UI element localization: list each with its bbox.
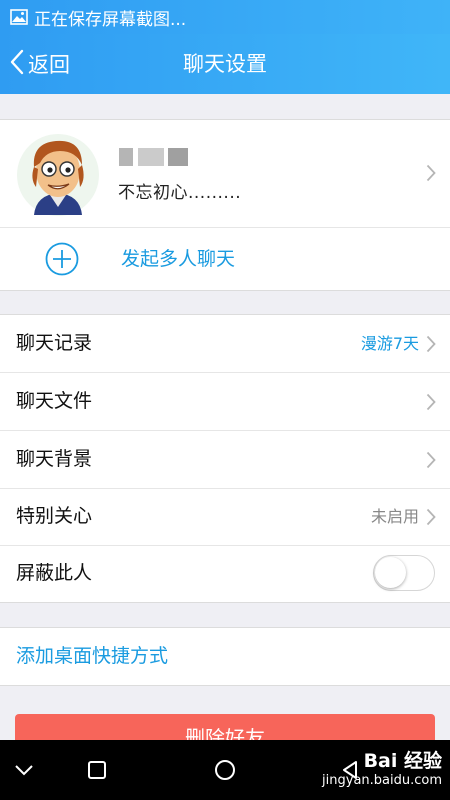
chat-history-row[interactable]: 聊天记录 漫游7天 <box>0 315 450 373</box>
chevron-right-icon <box>426 335 436 357</box>
square-icon[interactable] <box>87 760 107 784</box>
chat-files-row[interactable]: 聊天文件 <box>0 373 450 431</box>
chevron-right-icon <box>426 393 436 415</box>
watermark: Bai 经验 jingyan.baidu.com <box>322 746 442 788</box>
add-shortcut-row[interactable]: 添加桌面快捷方式 <box>0 627 450 686</box>
status-notification-text: 正在保存屏幕截图... <box>34 9 187 30</box>
chevron-right-icon <box>426 451 436 473</box>
image-icon <box>10 9 28 25</box>
chat-background-label: 聊天背景 <box>16 448 93 470</box>
settings-list: 聊天记录 漫游7天 聊天文件 聊天背景 特别关心 未启用 屏蔽此人 <box>0 314 450 603</box>
chat-history-label: 聊天记录 <box>16 332 93 354</box>
special-care-label: 特别关心 <box>16 505 93 527</box>
special-care-row[interactable]: 特别关心 未启用 <box>0 488 450 546</box>
block-user-toggle[interactable] <box>373 555 435 591</box>
start-group-chat-label: 发起多人聊天 <box>121 248 236 270</box>
block-user-row: 屏蔽此人 <box>0 545 450 602</box>
watermark-brand: Bai 经验 <box>363 750 442 772</box>
chevron-down-icon[interactable] <box>13 762 35 781</box>
chevron-right-icon <box>426 508 436 530</box>
blurred-name <box>168 148 188 166</box>
circle-icon[interactable] <box>214 759 236 785</box>
profile-row[interactable]: 不忘初心......... <box>0 120 450 228</box>
blurred-name <box>119 148 133 166</box>
back-label: 返回 <box>28 53 70 77</box>
special-care-value: 未启用 <box>370 507 419 526</box>
blurred-name <box>138 148 164 166</box>
block-user-label: 屏蔽此人 <box>16 562 93 584</box>
status-bar: 正在保存屏幕截图... <box>0 0 450 34</box>
add-shortcut-label: 添加桌面快捷方式 <box>16 645 169 667</box>
start-group-chat-row[interactable]: 发起多人聊天 <box>0 228 450 290</box>
header: 返回 聊天设置 <box>0 34 450 94</box>
toggle-knob <box>375 557 406 588</box>
chat-history-value: 漫游7天 <box>360 334 419 353</box>
chat-files-label: 聊天文件 <box>16 390 93 412</box>
back-button[interactable]: 返回 <box>10 34 70 94</box>
chevron-right-icon <box>426 164 436 186</box>
profile-card: 不忘初心......... 发起多人聊天 <box>0 119 450 291</box>
plus-circle-icon <box>45 242 79 280</box>
profile-signature: 不忘初心......... <box>118 183 242 203</box>
system-nav-bar: Bai 经验 jingyan.baidu.com <box>0 740 450 800</box>
chevron-left-icon <box>10 49 28 80</box>
avatar[interactable] <box>16 129 100 217</box>
chat-background-row[interactable]: 聊天背景 <box>0 431 450 489</box>
watermark-url: jingyan.baidu.com <box>322 773 442 788</box>
